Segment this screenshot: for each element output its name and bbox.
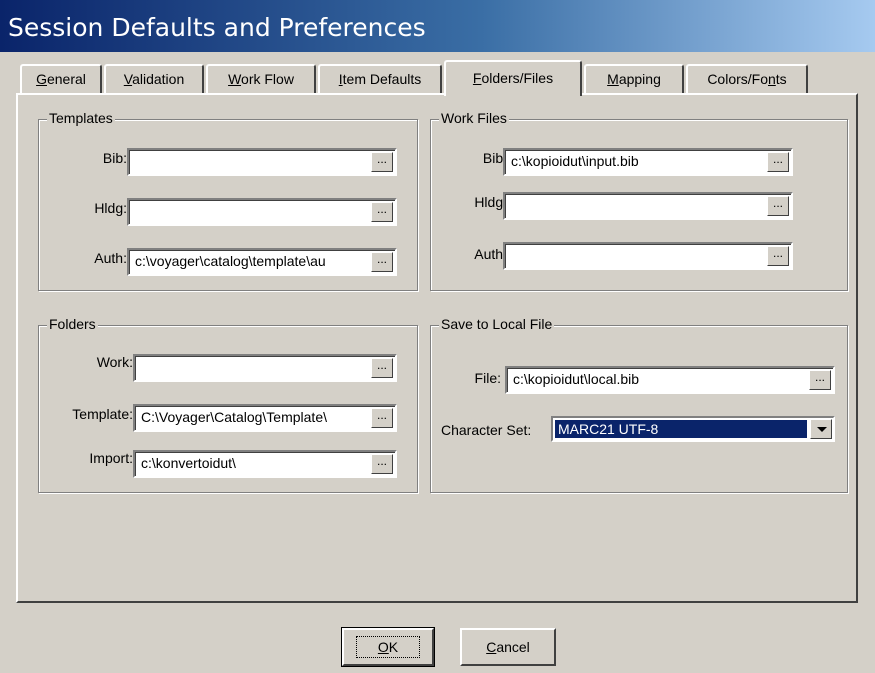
folders-import-value: c:\konvertoidut\ bbox=[141, 455, 236, 471]
tab-work-flow[interactable]: Work Flow bbox=[206, 64, 316, 94]
chevron-down-icon bbox=[817, 427, 827, 432]
templates-group: Templates Bib: ... Hldg: ... Auth: c:\vo… bbox=[38, 110, 418, 291]
save-local-file-browse-button[interactable]: ... bbox=[809, 370, 831, 390]
templates-auth-field[interactable]: c:\voyager\catalog\template\au ... bbox=[127, 248, 397, 276]
tab-validation[interactable]: Validation bbox=[104, 64, 204, 94]
folders-import-label: Import: bbox=[89, 450, 133, 466]
character-set-select[interactable]: MARC21 UTF-8 bbox=[551, 416, 835, 442]
folders-group: Folders Work: ... Template: C:\Voyager\C… bbox=[38, 316, 418, 493]
work-files-bib-value: c:\kopioidut\input.bib bbox=[511, 153, 639, 169]
save-local-group: Save to Local File File: c:\kopioidut\lo… bbox=[430, 316, 848, 493]
focus-rect bbox=[356, 636, 420, 658]
character-set-value: MARC21 UTF-8 bbox=[555, 420, 807, 438]
folders-work-field[interactable]: ... bbox=[133, 354, 397, 382]
folders-template-value: C:\Voyager\Catalog\Template\ bbox=[141, 409, 327, 425]
title-bar: Session Defaults and Preferences bbox=[0, 0, 875, 52]
tab-general[interactable]: General bbox=[20, 64, 102, 94]
work-files-bib-field[interactable]: c:\kopioidut\input.bib ... bbox=[503, 148, 793, 176]
character-set-dropdown-button[interactable] bbox=[810, 419, 832, 439]
cancel-button[interactable]: Cancel bbox=[460, 628, 556, 666]
folders-work-browse-button[interactable]: ... bbox=[371, 358, 393, 378]
templates-bib-browse-button[interactable]: ... bbox=[371, 152, 393, 172]
work-files-group: Work Files Bib: c:\kopioidut\input.bib .… bbox=[430, 110, 848, 291]
templates-auth-browse-button[interactable]: ... bbox=[371, 252, 393, 272]
work-files-auth-browse-button[interactable]: ... bbox=[767, 246, 789, 266]
tab-colors-fonts[interactable]: Colors/Fonts bbox=[686, 64, 808, 94]
tab-strip: General Validation Work Flow Item Defaul… bbox=[20, 60, 850, 96]
character-set-label: Character Set: bbox=[441, 422, 532, 438]
save-local-file-label: File: bbox=[474, 370, 501, 386]
folders-legend: Folders bbox=[47, 316, 98, 332]
folders-template-browse-button[interactable]: ... bbox=[371, 408, 393, 428]
templates-auth-value: c:\voyager\catalog\template\au bbox=[135, 253, 326, 269]
templates-hldg-browse-button[interactable]: ... bbox=[371, 202, 393, 222]
folders-template-label: Template: bbox=[72, 406, 133, 422]
save-local-legend: Save to Local File bbox=[439, 316, 555, 332]
tab-item-defaults[interactable]: Item Defaults bbox=[318, 64, 442, 94]
work-files-bib-browse-button[interactable]: ... bbox=[767, 152, 789, 172]
folders-import-browse-button[interactable]: ... bbox=[371, 454, 393, 474]
templates-bib-label: Bib: bbox=[102, 150, 127, 166]
work-files-legend: Work Files bbox=[439, 110, 509, 126]
folders-import-field[interactable]: c:\konvertoidut\ ... bbox=[133, 450, 397, 478]
folders-template-field[interactable]: C:\Voyager\Catalog\Template\ ... bbox=[133, 404, 397, 432]
save-local-file-value: c:\kopioidut\local.bib bbox=[513, 371, 640, 387]
save-local-file-field[interactable]: c:\kopioidut\local.bib ... bbox=[505, 366, 835, 394]
templates-legend: Templates bbox=[47, 110, 115, 126]
window-title: Session Defaults and Preferences bbox=[8, 13, 426, 42]
ok-button[interactable]: OK bbox=[341, 627, 435, 667]
tab-folders-files[interactable]: Folders/Files bbox=[444, 60, 582, 96]
work-files-hldg-field[interactable]: ... bbox=[503, 192, 793, 220]
templates-auth-label: Auth: bbox=[94, 250, 127, 266]
tab-panel-folders-files: Templates Bib: ... Hldg: ... Auth: c:\vo… bbox=[16, 93, 858, 603]
tab-mapping[interactable]: Mapping bbox=[584, 64, 684, 94]
templates-hldg-label: Hldg: bbox=[94, 200, 127, 216]
templates-bib-field[interactable]: ... bbox=[127, 148, 397, 176]
folders-work-label: Work: bbox=[96, 354, 133, 370]
templates-hldg-field[interactable]: ... bbox=[127, 198, 397, 226]
work-files-auth-field[interactable]: ... bbox=[503, 242, 793, 270]
work-files-hldg-browse-button[interactable]: ... bbox=[767, 196, 789, 216]
